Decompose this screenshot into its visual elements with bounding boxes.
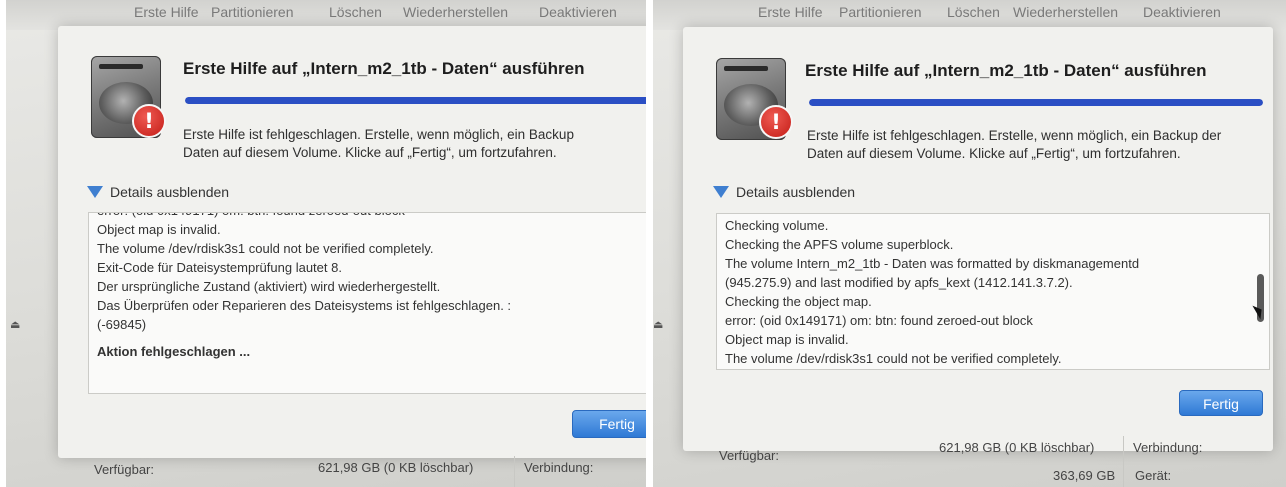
toolbar: Erste Hilfe Partitionieren Löschen Wiede… — [653, 0, 1286, 30]
first-aid-sheet: ! Erste Hilfe auf „Intern_m2_1tb - Daten… — [683, 27, 1273, 451]
toolbar-erase[interactable]: Löschen — [329, 4, 382, 20]
connection-label: Verbindung: — [1133, 440, 1203, 455]
message-line-2: Daten auf diesem Volume. Klicke auf „Fer… — [183, 145, 557, 160]
photo-right: Erste Hilfe Partitionieren Löschen Wiede… — [653, 0, 1286, 487]
toolbar-unmount[interactable]: Deaktivieren — [539, 4, 617, 20]
log-lines: error: (oid 0x149171) om: btn: found zer… — [89, 213, 646, 334]
progress-fill — [809, 99, 1263, 106]
details-toggle[interactable]: Details ausblenden — [87, 184, 229, 200]
connection-label: Verbindung: — [524, 460, 594, 475]
alert-icon: ! — [759, 105, 793, 139]
toolbar-partition[interactable]: Partitionieren — [839, 4, 922, 20]
log-line: (-69845) — [97, 317, 147, 332]
details-toggle[interactable]: Details ausblenden — [713, 184, 855, 200]
progress-bar — [809, 99, 1263, 106]
log-line: Object map is invalid. — [97, 222, 221, 237]
log-line: Checking the object map. — [725, 294, 872, 309]
details-label: Details ausblenden — [736, 184, 856, 200]
log-line: Der ursprüngliche Zustand (aktiviert) wi… — [97, 279, 441, 294]
log-line: The volume /dev/rdisk3s1 could not be ve… — [725, 351, 1062, 366]
message-line-2: Daten auf diesem Volume. Klicke auf „Fer… — [807, 146, 1181, 161]
log-line: error: (oid 0x149171) om: btn: found zer… — [89, 213, 646, 220]
log-line: error: (oid 0x149171) om: btn: found zer… — [725, 313, 1033, 328]
log-line: Das Überprüfen oder Reparieren des Datei… — [97, 298, 512, 313]
disclosure-triangle-icon — [713, 186, 729, 198]
message-line-1: Erste Hilfe ist fehlgeschlagen. Erstelle… — [807, 128, 1222, 143]
log-output[interactable]: Checking volume. Checking the APFS volume… — [716, 213, 1270, 370]
available-value: 621,98 GB (0 KB löschbar) — [939, 440, 1095, 455]
sheet-title: Erste Hilfe auf „Intern_m2_1tb - Daten“ … — [183, 59, 585, 78]
details-label: Details ausblenden — [110, 184, 230, 200]
first-aid-sheet: ! Erste Hilfe auf „Intern_m2_1tb - Daten… — [58, 26, 646, 458]
message-line-1: Erste Hilfe ist fehlgeschlagen. Erstelle… — [183, 127, 574, 142]
available-label: Verfügbar: — [94, 462, 154, 477]
toolbar-restore[interactable]: Wiederherstellen — [1013, 4, 1118, 20]
divider — [1123, 436, 1124, 487]
progress-fill — [185, 97, 646, 104]
done-button[interactable]: Fertig — [1179, 390, 1263, 416]
toolbar-partition[interactable]: Partitionieren — [211, 4, 294, 20]
device-label: Gerät: — [1135, 468, 1172, 483]
log-line: The volume /dev/rdisk3s1 could not be ve… — [97, 241, 434, 256]
divider — [514, 456, 515, 487]
available-value: 621,98 GB (0 KB löschbar) — [318, 460, 474, 475]
sheet-title: Erste Hilfe auf „Intern_m2_1tb - Daten“ … — [805, 61, 1207, 80]
toolbar-unmount[interactable]: Deaktivieren — [1143, 4, 1221, 20]
progress-bar — [185, 97, 646, 104]
toolbar-erase[interactable]: Löschen — [947, 4, 1000, 20]
size-value: 363,69 GB — [1053, 468, 1116, 483]
disclosure-triangle-icon — [87, 186, 103, 198]
available-label: Verfügbar: — [719, 448, 779, 463]
photo-left: Erste Hilfe Partitionieren Löschen Wiede… — [6, 0, 646, 487]
sidebar-eject-icon[interactable]: ⏏ — [653, 318, 663, 331]
toolbar-restore[interactable]: Wiederherstellen — [403, 4, 508, 20]
log-line: Object map is invalid. — [725, 332, 849, 347]
log-line: The volume Intern_m2_1tb - Daten was for… — [725, 256, 1140, 271]
toolbar-first-aid[interactable]: Erste Hilfe — [758, 4, 823, 20]
log-line: Exit-Code für Dateisystemprüfung lautet … — [97, 260, 342, 275]
log-line: Checking volume. — [725, 218, 829, 233]
log-line: Checking the APFS volume superblock. — [725, 237, 954, 252]
done-button[interactable]: Fertig — [572, 410, 646, 438]
log-lines: Checking volume. Checking the APFS volume… — [717, 216, 1269, 368]
sidebar-eject-icon[interactable]: ⏏ — [10, 318, 20, 331]
log-output[interactable]: error: (oid 0x149171) om: btn: found zer… — [88, 212, 646, 394]
toolbar-first-aid[interactable]: Erste Hilfe — [134, 4, 199, 20]
log-status: Aktion fehlgeschlagen ... — [97, 344, 251, 359]
alert-icon: ! — [132, 104, 166, 138]
log-line: (945.275.9) and last modified by apfs_ke… — [725, 275, 1073, 290]
